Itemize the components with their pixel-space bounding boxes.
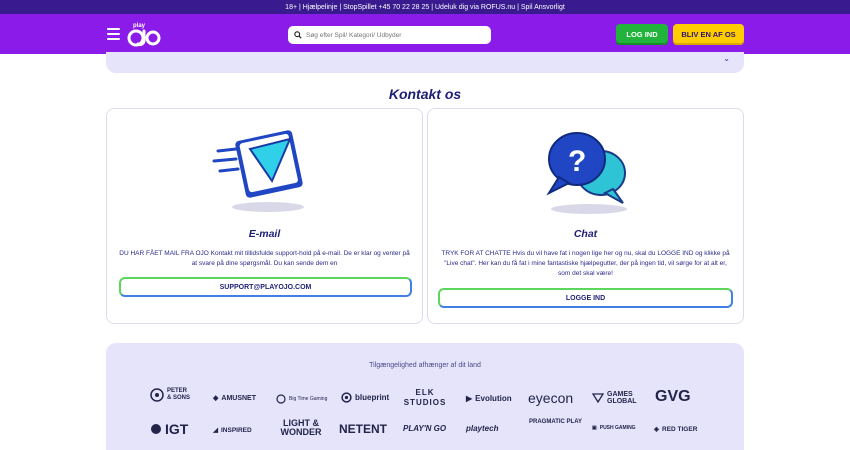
provider-logo[interactable]: ◆ AMUSNET <box>213 394 257 403</box>
provider-logo[interactable]: IGT <box>150 421 188 437</box>
provider-name: PLAY'N GO <box>403 424 447 433</box>
provider-logo[interactable]: PRAGMATIC PLAY <box>529 419 582 425</box>
join-button[interactable]: BLIV EN AF OS <box>673 24 744 45</box>
provider-logo[interactable]: LIGHT & WONDER <box>276 419 326 437</box>
faq-accordion[interactable]: ⌄ <box>106 52 744 73</box>
svg-text:play: play <box>133 23 146 29</box>
provider-name: PUSH GAMING <box>599 425 636 431</box>
peter-sons-icon <box>150 388 164 402</box>
amusnet-icon: ◆ <box>213 395 219 402</box>
push-gaming-icon: ▣ <box>592 425 597 431</box>
provider-name: AMUSNET <box>221 394 257 402</box>
site-header: play LOG IND BLIV EN AF OS <box>0 14 850 54</box>
evolution-icon: ▶ <box>466 394 473 403</box>
provider-name: GAMES GLOBAL <box>607 391 637 405</box>
chat-login-button[interactable]: LOGGE IND <box>438 288 733 308</box>
menu-icon[interactable] <box>107 28 120 40</box>
provider-name: PRAGMATIC PLAY <box>529 419 583 425</box>
provider-name: LIGHT & WONDER <box>280 418 322 437</box>
chat-title: Chat <box>573 228 598 240</box>
search-box[interactable] <box>288 26 491 44</box>
provider-name: NETENT <box>339 422 387 436</box>
provider-logo[interactable]: playtech <box>466 424 498 433</box>
provider-name: GVG <box>655 388 691 405</box>
svg-text:?: ? <box>568 145 586 178</box>
provider-logo[interactable]: PLAY'N GO <box>403 424 446 433</box>
provider-name: RED TIGER <box>662 425 698 433</box>
providers-panel: Tilgængelighed afhænger af dit land PETE… <box>106 343 744 450</box>
email-description: DU HAR FÅET MAIL FRA OJO Kontakt mit til… <box>119 250 410 267</box>
chat-card: ? Chat TRYK FOR AT CHATTE Hvis du vil ha… <box>427 108 744 324</box>
email-title: E-mail <box>248 228 281 240</box>
provider-logo[interactable]: GVG <box>655 388 691 406</box>
provider-name: playtech <box>466 424 499 433</box>
provider-logo[interactable]: Big Time Gaming <box>276 394 327 404</box>
playojo-logo[interactable]: play <box>125 19 161 49</box>
chevron-down-icon[interactable]: ⌄ <box>723 54 730 63</box>
provider-logo[interactable]: NETENT <box>339 422 387 436</box>
providers-title: Tilgængelighed afhænger af dit land <box>369 362 481 369</box>
big-time-gaming-icon <box>276 394 286 404</box>
responsible-gaming-bar: 18+ | Hjælpelinje | StopSpillet +45 70 2… <box>0 0 850 14</box>
responsible-gaming-text: 18+ | Hjælpelinje | StopSpillet +45 70 2… <box>285 3 565 11</box>
provider-name: ELK STUDIOS <box>403 388 447 407</box>
provider-name: Big Time Gaming <box>289 396 328 402</box>
email-card: E-mail DU HAR FÅET MAIL FRA OJO Kontakt … <box>106 108 423 324</box>
provider-name: IGT <box>165 421 189 437</box>
chat-description: TRYK FOR AT CHATTE Hvis du vil have fat … <box>441 250 730 277</box>
provider-logo[interactable]: ▣ PUSH GAMING <box>592 425 636 431</box>
provider-logo[interactable]: ◈ RED TIGER <box>654 425 698 434</box>
provider-name: Evolution <box>475 394 512 403</box>
email-support-button[interactable]: SUPPORT@PLAYOJO.COM <box>119 277 412 297</box>
provider-name: blueprint <box>355 393 390 402</box>
blueprint-icon <box>341 392 352 403</box>
search-input[interactable] <box>306 31 486 39</box>
login-button[interactable]: LOG IND <box>616 24 668 45</box>
red-tiger-icon: ◈ <box>654 426 659 433</box>
search-icon <box>294 31 302 39</box>
provider-logo[interactable]: ◢ INSPIRED <box>213 426 252 435</box>
provider-name: eyecon <box>528 390 574 406</box>
contact-title: Kontakt os <box>388 86 462 102</box>
provider-logo[interactable]: blueprint <box>341 392 389 403</box>
provider-logo[interactable]: GAMES GLOBAL <box>592 391 637 405</box>
chat-bubbles-icon: ? <box>545 132 627 214</box>
inspired-icon: ◢ <box>213 427 218 434</box>
email-illustration <box>107 121 422 221</box>
chat-illustration: ? <box>428 121 743 221</box>
provider-logo[interactable]: eyecon <box>528 390 573 406</box>
provider-logo[interactable]: ▶ Evolution <box>466 394 512 403</box>
games-global-icon <box>592 393 604 403</box>
provider-logo[interactable]: ELK STUDIOS <box>402 388 448 408</box>
provider-logo[interactable]: PETER & SONS <box>150 388 191 402</box>
envelope-icon <box>212 130 304 212</box>
provider-name: PETER & SONS <box>167 388 191 401</box>
provider-name: INSPIRED <box>221 426 252 434</box>
igt-icon <box>151 424 161 434</box>
